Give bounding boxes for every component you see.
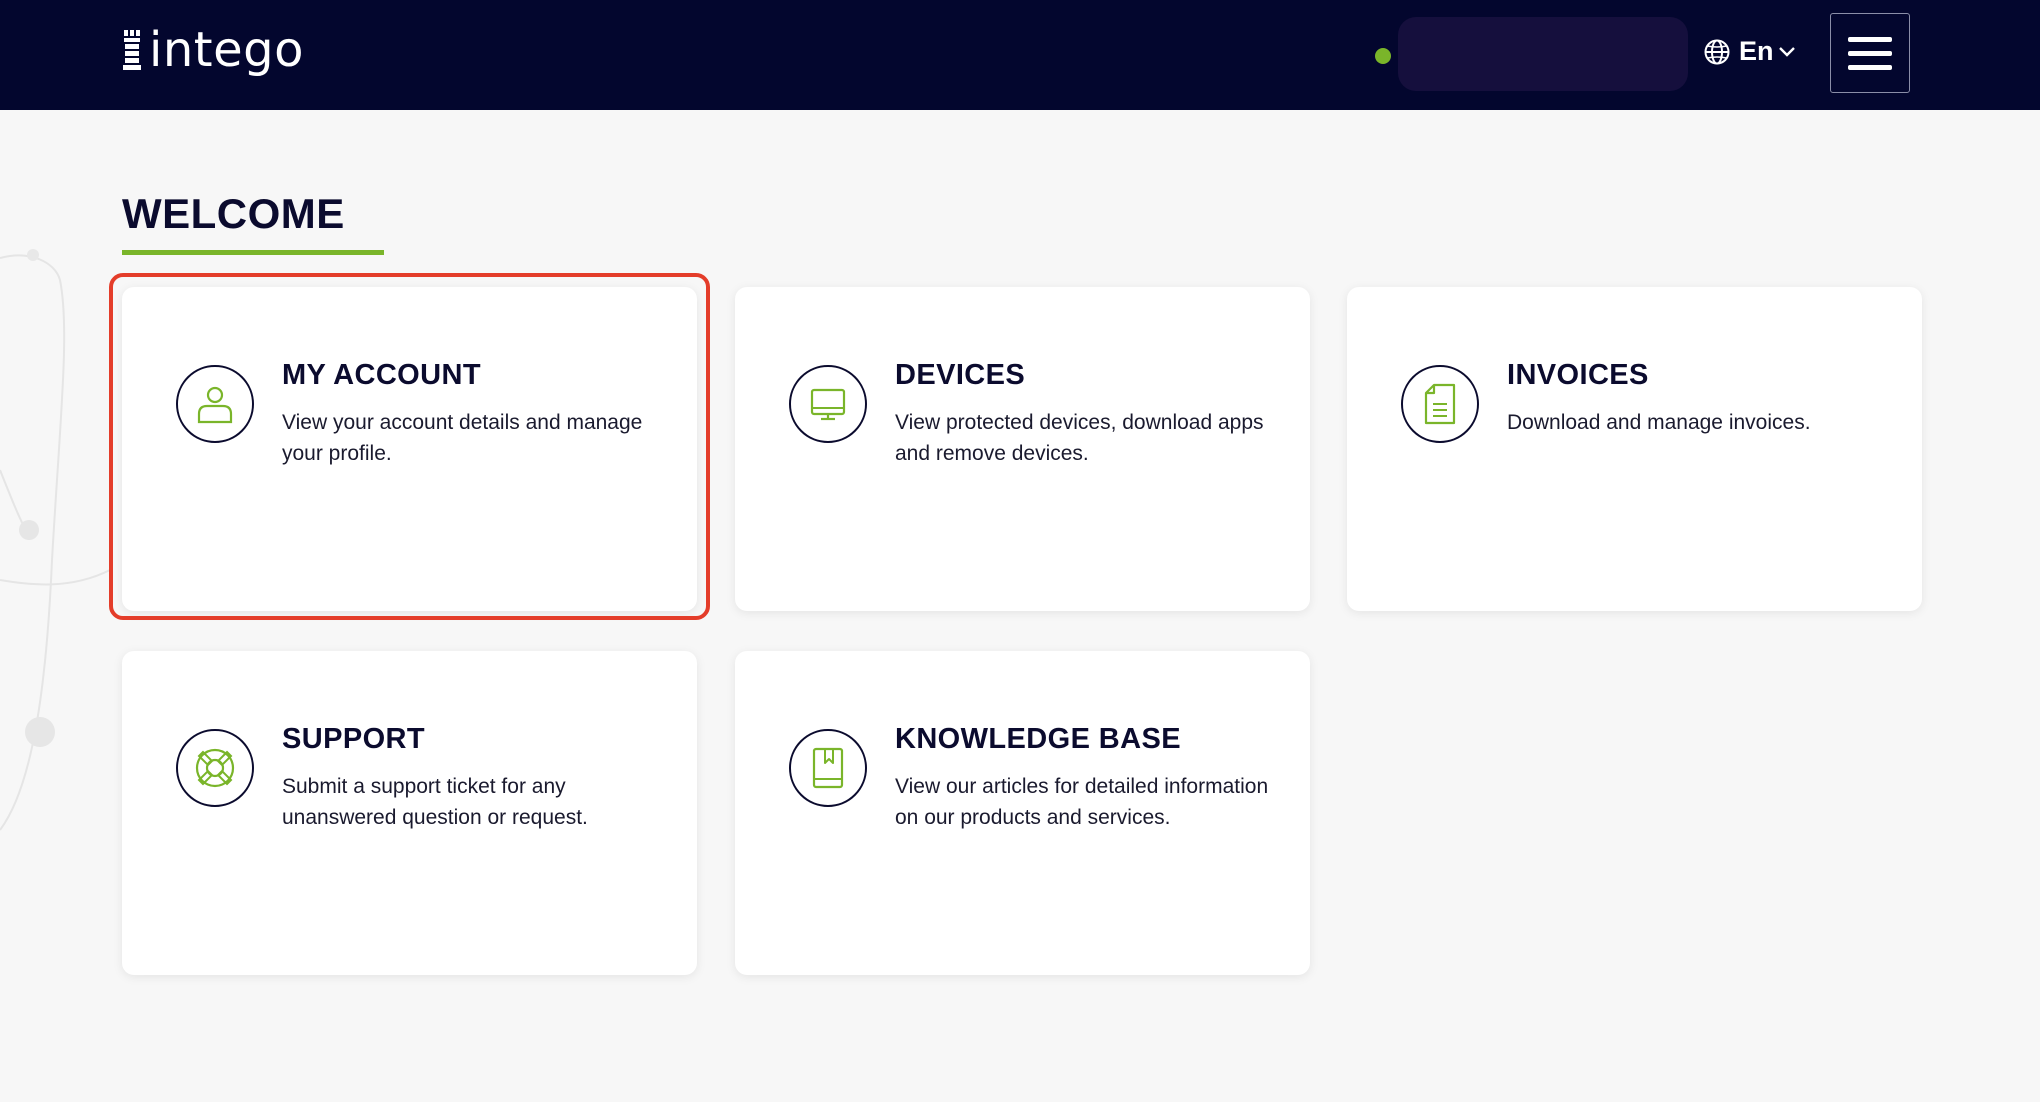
- menu-line-icon: [1848, 64, 1892, 70]
- book-icon: [812, 747, 844, 789]
- icon-circle: [789, 729, 867, 807]
- card-description: Download and manage invoices.: [1507, 411, 1811, 434]
- card-support[interactable]: SUPPORT Submit a support ticket for any …: [122, 651, 697, 975]
- globe-icon: [1704, 39, 1730, 64]
- card-knowledge-base[interactable]: KNOWLEDGE BASE View our articles for det…: [735, 651, 1310, 975]
- hamburger-menu-button[interactable]: [1830, 13, 1910, 93]
- selection-highlight: [109, 273, 710, 620]
- icon-circle: [1401, 365, 1479, 443]
- card-invoices[interactable]: INVOICES Download and manage invoices.: [1347, 287, 1922, 611]
- castle-logo-icon: [123, 30, 141, 70]
- card-title: KNOWLEDGE BASE: [895, 723, 1181, 755]
- card-title: DEVICES: [895, 359, 1026, 391]
- chevron-down-icon: [1778, 46, 1795, 57]
- icon-circle: [176, 729, 254, 807]
- page-title: WELCOME: [122, 190, 345, 237]
- intego-logo[interactable]: intego: [122, 22, 304, 78]
- monitor-icon: [810, 388, 846, 421]
- language-selector[interactable]: En: [1703, 36, 1796, 67]
- icon-circle: [789, 365, 867, 443]
- document-icon: [1424, 383, 1456, 425]
- card-devices[interactable]: DEVICES View protected devices, download…: [735, 287, 1310, 611]
- lifebuoy-icon: [195, 748, 235, 788]
- menu-line-icon: [1848, 50, 1892, 56]
- card-description: View protected devices, download apps an…: [895, 411, 1264, 465]
- menu-line-icon: [1848, 36, 1892, 42]
- card-title: INVOICES: [1507, 359, 1649, 391]
- title-underline: [122, 250, 384, 255]
- card-title: SUPPORT: [282, 723, 425, 755]
- top-navigation-bar: intego En: [0, 0, 2040, 110]
- language-label: En: [1739, 36, 1774, 66]
- card-description: Submit a support ticket for any unanswer…: [282, 775, 588, 829]
- status-indicator: [1375, 48, 1391, 64]
- brand-name: intego: [149, 22, 304, 78]
- card-description: View our articles for detailed informati…: [895, 775, 1269, 829]
- account-button[interactable]: [1398, 17, 1688, 91]
